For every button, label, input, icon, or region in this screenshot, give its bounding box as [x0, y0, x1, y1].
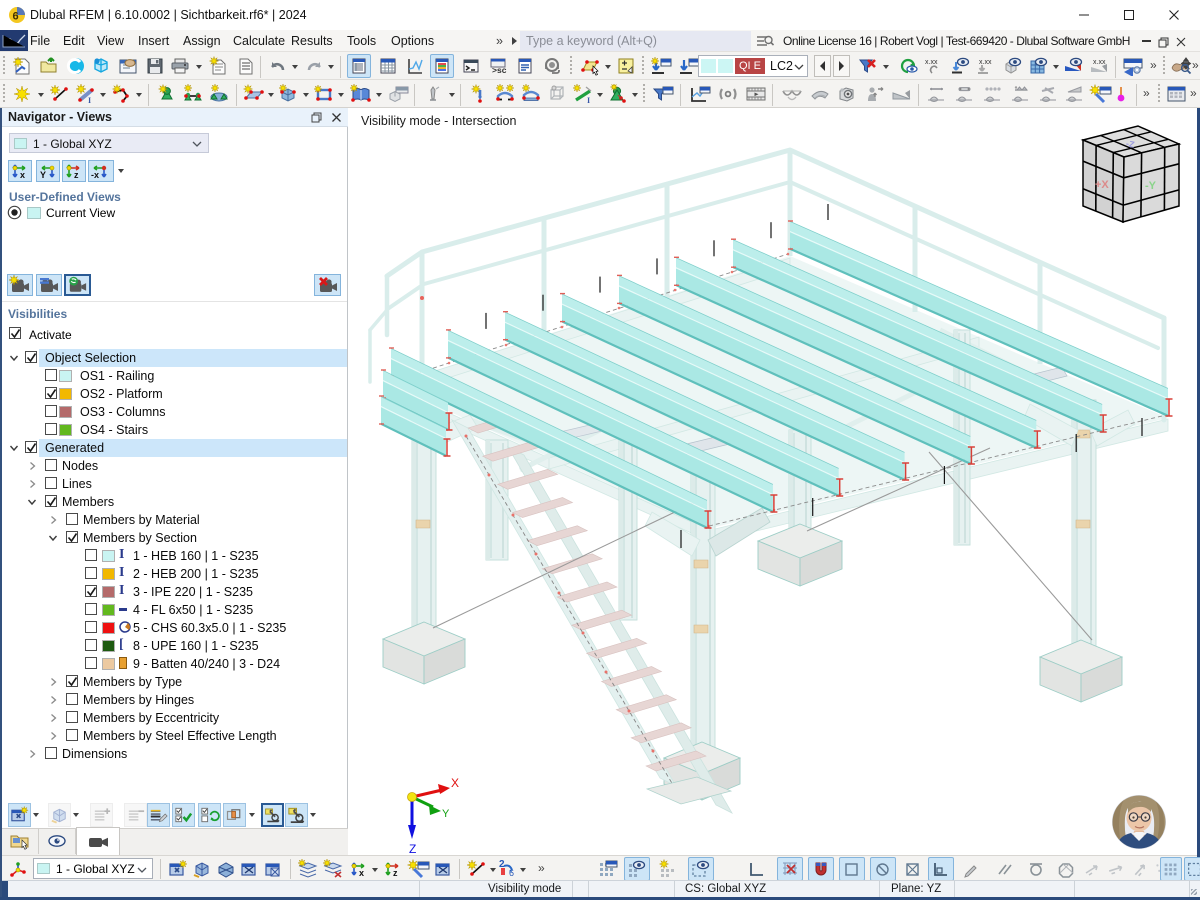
svg-text:Y: Y: [40, 170, 46, 180]
svg-text:x: x: [20, 170, 25, 180]
svg-text:x: x: [359, 868, 364, 878]
svg-text:I: I: [88, 96, 91, 104]
svg-text:Y: Y: [442, 808, 450, 820]
svg-text:-Y: -Y: [1145, 180, 1157, 192]
svg-text:+X: +X: [1095, 179, 1109, 191]
svg-text:6: 6: [509, 868, 514, 878]
svg-text:>sc: >sc: [492, 65, 507, 75]
svg-text:x.xx: x.xx: [925, 59, 938, 66]
svg-text:z: z: [393, 868, 398, 878]
svg-text:x.xx: x.xx: [979, 59, 992, 66]
svg-text:x.xx: x.xx: [1093, 59, 1106, 66]
svg-text:Z: Z: [409, 842, 416, 855]
svg-text:-x: -x: [91, 170, 99, 180]
svg-text:6: 6: [13, 11, 19, 23]
svg-text:X: X: [451, 776, 459, 790]
svg-text:I: I: [587, 96, 590, 104]
svg-text:z: z: [74, 170, 79, 180]
